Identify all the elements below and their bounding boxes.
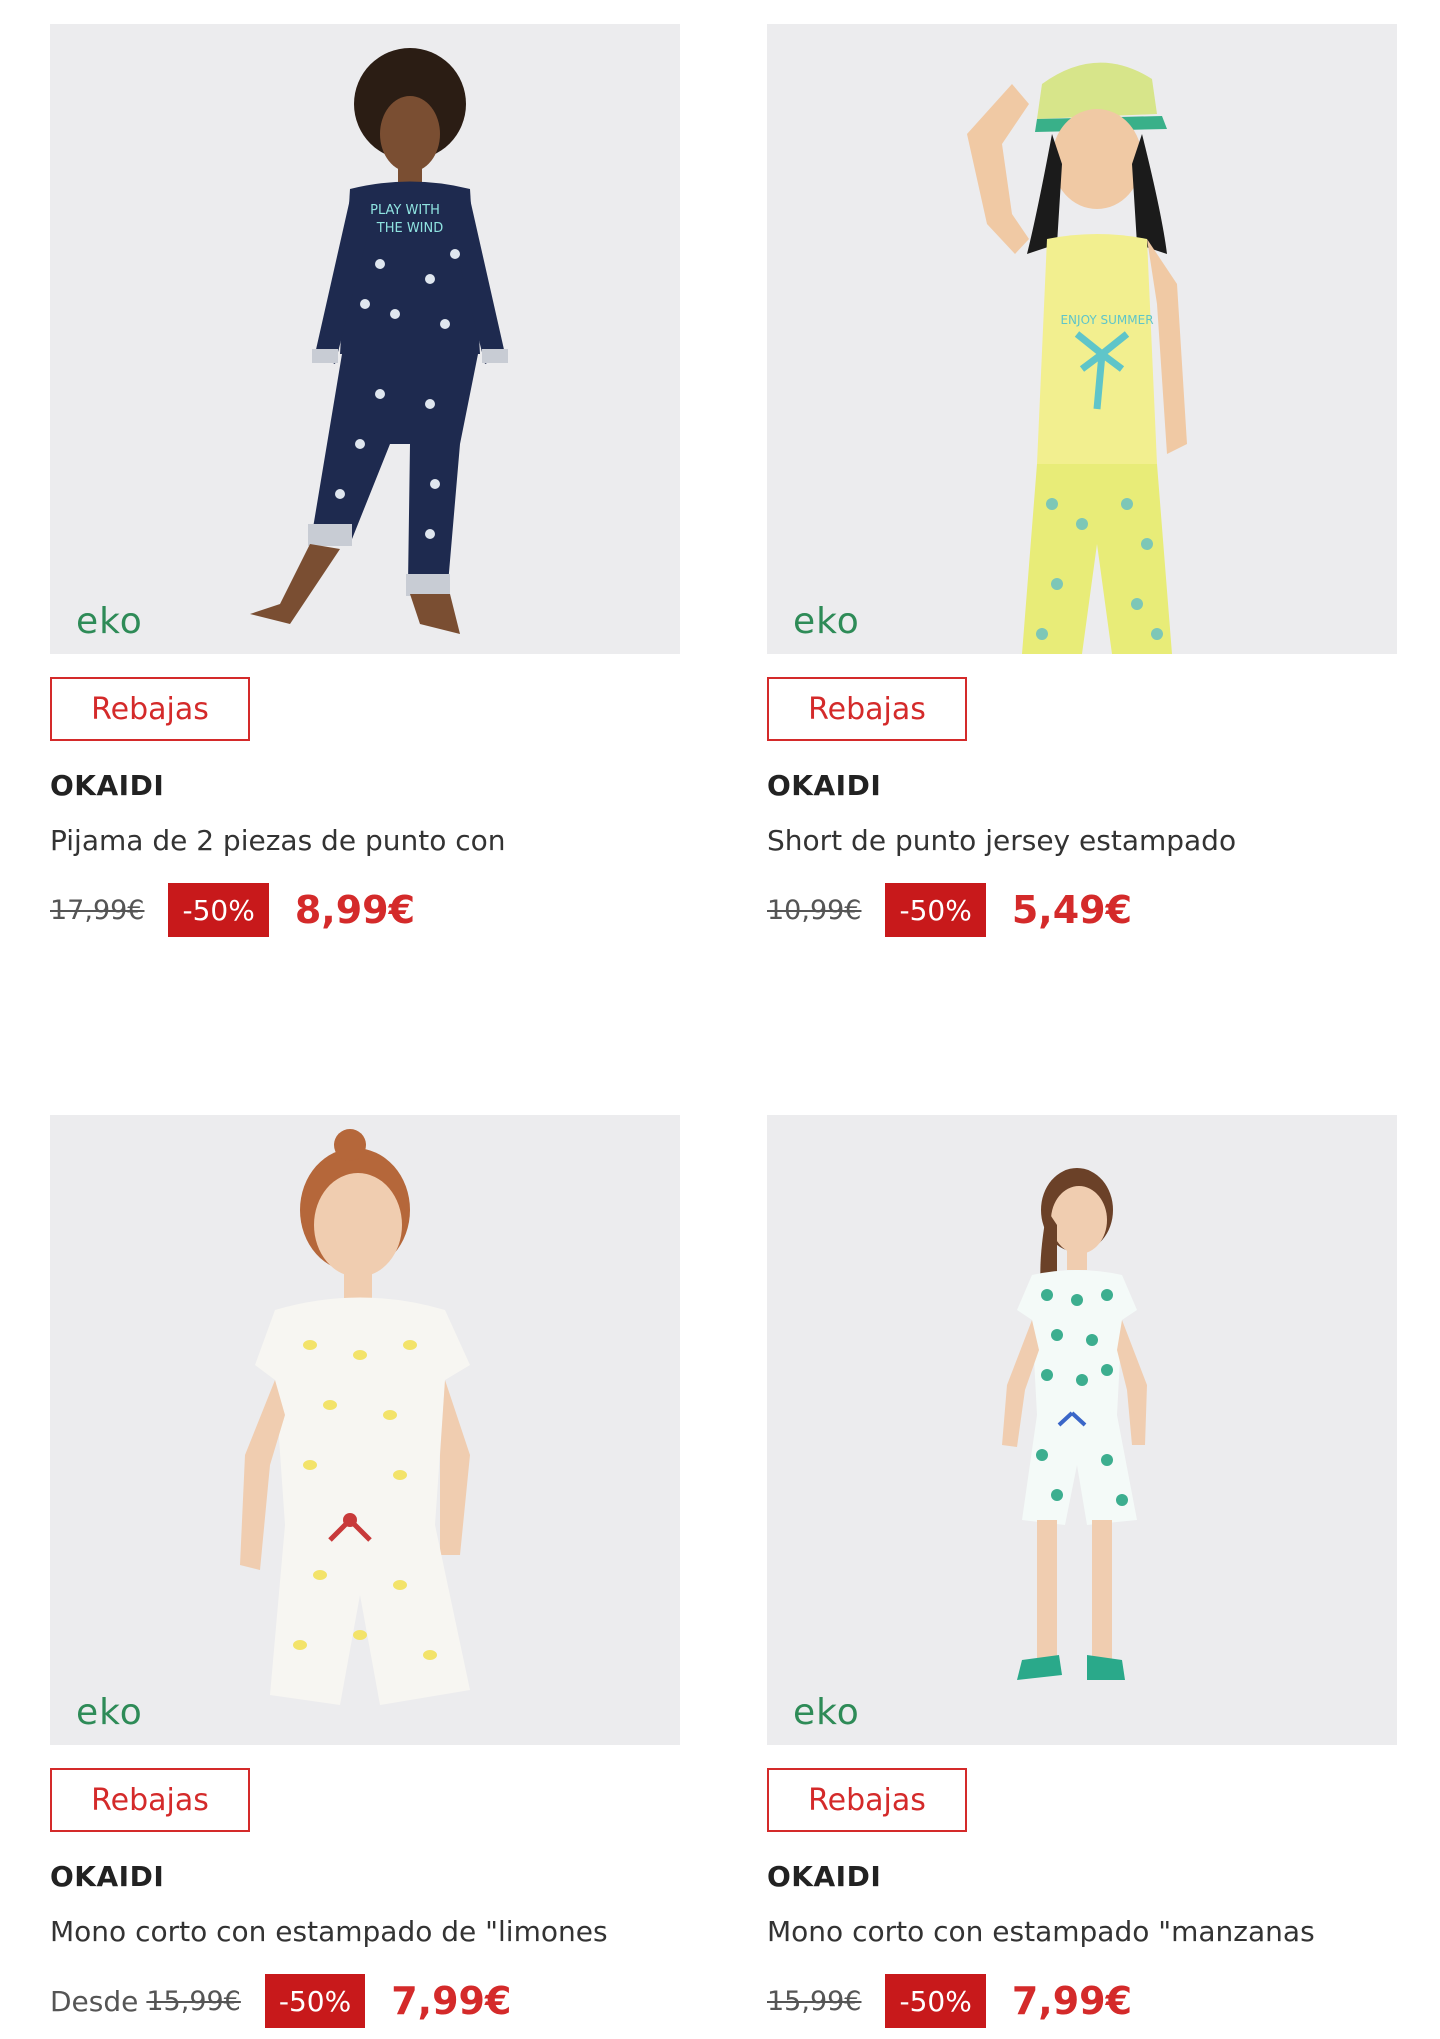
old-price: 15,99€ xyxy=(767,1985,862,2017)
sale-badge[interactable]: Rebajas xyxy=(50,1768,250,1832)
svg-text:ENJOY SUMMER: ENJOY SUMMER xyxy=(1060,313,1153,327)
product-card[interactable]: ENJOY SUMMER eko Rebajas OKAIDI Short de… xyxy=(767,24,1397,937)
discount-badge: -50% xyxy=(264,1974,366,2028)
eko-logo: eko xyxy=(76,1692,143,1733)
child-summer-outfit-illustration: ENJOY SUMMER xyxy=(967,62,1187,654)
product-brand: OKAIDI xyxy=(767,1860,882,1893)
price-row: 10,99€ -50% 5,49€ xyxy=(767,882,1132,938)
product-brand: OKAIDI xyxy=(767,769,882,802)
product-image[interactable]: ENJOY SUMMER eko xyxy=(767,24,1397,654)
product-card[interactable]: eko Rebajas OKAIDI Mono corto con estamp… xyxy=(50,1115,680,2028)
discount-badge: -50% xyxy=(885,1974,986,2028)
price-row: 17,99€ -50% 8,99€ xyxy=(50,882,415,938)
sale-price: 7,99€ xyxy=(1011,1979,1133,2023)
sale-badge[interactable]: Rebajas xyxy=(767,1768,967,1832)
discount-badge: -50% xyxy=(885,883,986,937)
product-image[interactable]: eko xyxy=(50,1115,680,1745)
price-prefix: Desde xyxy=(50,1984,139,2018)
product-title[interactable]: Mono corto con estampado de "limones xyxy=(50,1915,608,1948)
sale-price: 8,99€ xyxy=(294,888,416,932)
sale-price: 5,49€ xyxy=(1011,888,1133,932)
sale-price: 7,99€ xyxy=(391,1979,512,2023)
child-apple-romper-illustration xyxy=(1002,1168,1147,1680)
product-image[interactable]: eko xyxy=(767,1115,1397,1745)
price-row: 15,99€ -50% 7,99€ xyxy=(767,1973,1132,2029)
price-row: Desde 15,99€ -50% 7,99€ xyxy=(50,1973,511,2029)
old-price: 10,99€ xyxy=(767,894,862,926)
product-image[interactable]: PLAY WITH THE WIND eko xyxy=(50,24,680,654)
sale-badge[interactable]: Rebajas xyxy=(767,677,967,741)
discount-badge: -50% xyxy=(168,883,269,937)
child-pajamas-illustration: PLAY WITH THE WIND xyxy=(250,48,508,634)
sale-badge[interactable]: Rebajas xyxy=(50,677,250,741)
old-price: 15,99€ xyxy=(146,1985,241,2017)
product-card[interactable]: eko Rebajas OKAIDI Mono corto con estamp… xyxy=(767,1115,1397,2028)
product-brand: OKAIDI xyxy=(50,769,165,802)
product-brand: OKAIDI xyxy=(50,1860,165,1893)
eko-logo: eko xyxy=(793,601,860,642)
eko-logo: eko xyxy=(76,601,143,642)
product-title[interactable]: Pijama de 2 piezas de punto con xyxy=(50,824,506,857)
product-title[interactable]: Mono corto con estampado "manzanas xyxy=(767,1915,1315,1948)
svg-text:THE WIND: THE WIND xyxy=(376,221,444,236)
product-title[interactable]: Short de punto jersey estampado xyxy=(767,824,1236,857)
child-lemon-romper-illustration xyxy=(240,1129,470,1705)
product-card[interactable]: PLAY WITH THE WIND eko Rebajas OKAIDI Pi… xyxy=(50,24,680,937)
old-price: 17,99€ xyxy=(50,894,145,926)
svg-text:PLAY WITH: PLAY WITH xyxy=(370,203,440,218)
eko-logo: eko xyxy=(793,1692,860,1733)
